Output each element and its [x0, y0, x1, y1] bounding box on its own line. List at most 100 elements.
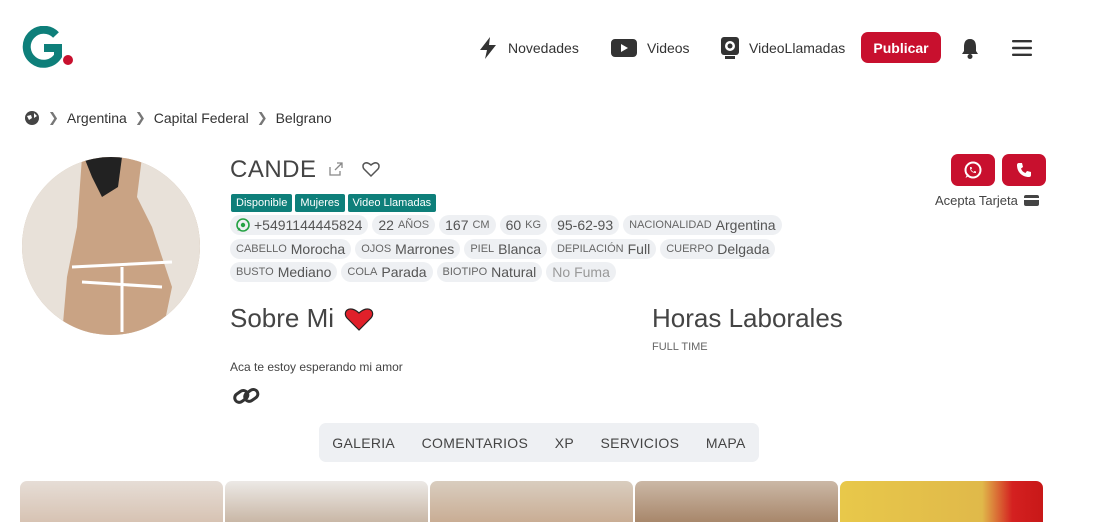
phone-number: +5491144445824: [254, 217, 363, 233]
tab-galeria[interactable]: GALERIA: [332, 435, 395, 451]
eyes-pill: OJOS Marrones: [355, 239, 461, 259]
nav-novedades[interactable]: Novedades: [478, 36, 579, 60]
link-icon[interactable]: [232, 384, 260, 408]
gallery-photo[interactable]: [20, 481, 223, 522]
smoke-value: No Fuma: [552, 264, 610, 280]
measures-pill: 95-62-93: [551, 215, 620, 235]
biotype-label: BIOTIPO: [442, 266, 488, 278]
breadcrumb: ❯ Argentina ❯ Capital Federal ❯ Belgrano: [24, 108, 332, 128]
hours-value: FULL TIME: [652, 341, 708, 353]
whatsapp-button[interactable]: [951, 154, 995, 186]
breadcrumb-belgrano[interactable]: Belgrano: [276, 110, 332, 126]
heart-icon: [344, 307, 374, 331]
nav-videos-label: Videos: [647, 40, 690, 56]
age-pill: 22 AÑOS: [372, 215, 436, 235]
share-icon[interactable]: [328, 161, 344, 177]
age-unit: AÑOS: [397, 219, 430, 231]
nationality-value: Argentina: [715, 217, 776, 233]
badge-video-llamadas: Video Llamadas: [347, 194, 437, 212]
eyes-label: OJOS: [361, 243, 392, 255]
card-accepted-label: Acepta Tarjeta: [935, 193, 1018, 208]
age-value: 22: [378, 217, 394, 233]
about-title: Sobre Mi: [230, 303, 335, 333]
skin-pill: PIEL Blanca: [464, 239, 547, 259]
nav-novedades-label: Novedades: [508, 40, 579, 56]
card-accepted: Acepta Tarjeta: [935, 193, 1039, 208]
bell-icon[interactable]: [958, 36, 982, 60]
cola-value: Parada: [381, 264, 427, 280]
measures-value: 95-62-93: [557, 217, 614, 233]
whatsapp-icon: [964, 161, 982, 179]
nav-videos[interactable]: Videos: [611, 36, 690, 60]
biotype-value: Natural: [491, 264, 537, 280]
lightning-icon: [480, 37, 496, 59]
chevron-right-icon: ❯: [48, 110, 59, 125]
skin-value: Blanca: [498, 241, 541, 257]
height-unit: CM: [472, 219, 490, 231]
tab-servicios[interactable]: SERVICIOS: [601, 435, 680, 451]
depilation-pill: DEPILACIÓN Full: [550, 239, 657, 259]
weight-unit: KG: [525, 219, 542, 231]
eyes-value: Marrones: [395, 241, 455, 257]
biotype-pill: BIOTIPO Natural: [436, 262, 543, 282]
badge-mujeres: Mujeres: [295, 194, 345, 212]
smoke-pill: No Fuma: [546, 262, 616, 282]
bust-label: BUSTO: [236, 266, 274, 278]
breadcrumb-argentina[interactable]: Argentina: [67, 110, 127, 126]
height-pill: 167 CM: [439, 215, 496, 235]
photo-gallery: [20, 481, 1043, 522]
chevron-right-icon: ❯: [256, 110, 268, 125]
height-value: 167: [445, 217, 469, 233]
depilation-label: DEPILACIÓN: [556, 243, 624, 255]
hours-title: Horas Laborales: [652, 303, 843, 333]
attributes-row-1: +5491144445824 22 AÑOS 167 CM 60 KG 95-62-9…: [230, 215, 790, 235]
credit-card-icon: [1023, 195, 1039, 206]
weight-value: 60: [505, 217, 522, 233]
hair-label: CABELLO: [236, 243, 287, 255]
bust-value: Mediano: [277, 264, 332, 280]
bust-pill: BUSTO Mediano: [230, 262, 338, 282]
avatar[interactable]: [22, 157, 200, 335]
profile-name: CANDE: [230, 156, 317, 183]
youtube-icon: [611, 39, 637, 57]
gallery-photo[interactable]: [840, 481, 1043, 522]
hair-pill: CABELLO Morocha: [230, 239, 352, 259]
tab-xp[interactable]: XP: [555, 435, 574, 451]
breadcrumb-capital-federal[interactable]: Capital Federal: [154, 110, 249, 126]
skin-label: PIEL: [470, 243, 495, 255]
menu-icon[interactable]: [1010, 36, 1034, 60]
body-label: CUERPO: [666, 243, 714, 255]
attributes-row-2: CABELLO Morocha OJOS Marrones PIEL Blanca D…: [230, 239, 790, 259]
about-text: Aca te estoy esperando mi amor: [230, 360, 403, 374]
cola-pill: COLA Parada: [341, 262, 433, 282]
tab-mapa[interactable]: MAPA: [706, 435, 746, 451]
gallery-photo[interactable]: [225, 481, 428, 522]
publish-button[interactable]: Publicar: [861, 32, 941, 63]
phone-pill[interactable]: +5491144445824: [230, 215, 369, 235]
whatsapp-icon: [236, 218, 250, 232]
tab-comentarios[interactable]: COMENTARIOS: [422, 435, 529, 451]
attributes-row-3: BUSTO Mediano COLA Parada BIOTIPO Natural N…: [230, 262, 790, 282]
favorite-heart-icon[interactable]: [362, 160, 380, 178]
webcam-icon: [721, 37, 739, 59]
phone-icon: [1017, 163, 1031, 177]
hair-value: Morocha: [290, 241, 346, 257]
site-logo[interactable]: [20, 25, 80, 70]
body-value: Delgada: [717, 241, 770, 257]
depilation-value: Full: [627, 241, 651, 257]
nav-videollamadas[interactable]: VideoLlamadas: [721, 36, 845, 60]
gallery-photo[interactable]: [635, 481, 838, 522]
globe-icon[interactable]: [24, 110, 40, 126]
chevron-right-icon: ❯: [134, 110, 146, 125]
nationality-label: NACIONALIDAD: [629, 219, 712, 231]
badge-disponible: Disponible: [231, 194, 293, 212]
nav-videollamadas-label: VideoLlamadas: [749, 40, 846, 56]
nationality-pill: NACIONALIDAD Argentina: [623, 215, 782, 235]
gallery-photo[interactable]: [430, 481, 633, 522]
weight-pill: 60 KG: [499, 215, 548, 235]
body-pill: CUERPO Delgada: [660, 239, 776, 259]
call-button[interactable]: [1002, 154, 1046, 186]
profile-tabs: GALERIA COMENTARIOS XP SERVICIOS MAPA: [319, 423, 759, 462]
status-badges: Disponible Mujeres Video Llamadas: [231, 194, 437, 212]
cola-label: COLA: [347, 266, 378, 278]
